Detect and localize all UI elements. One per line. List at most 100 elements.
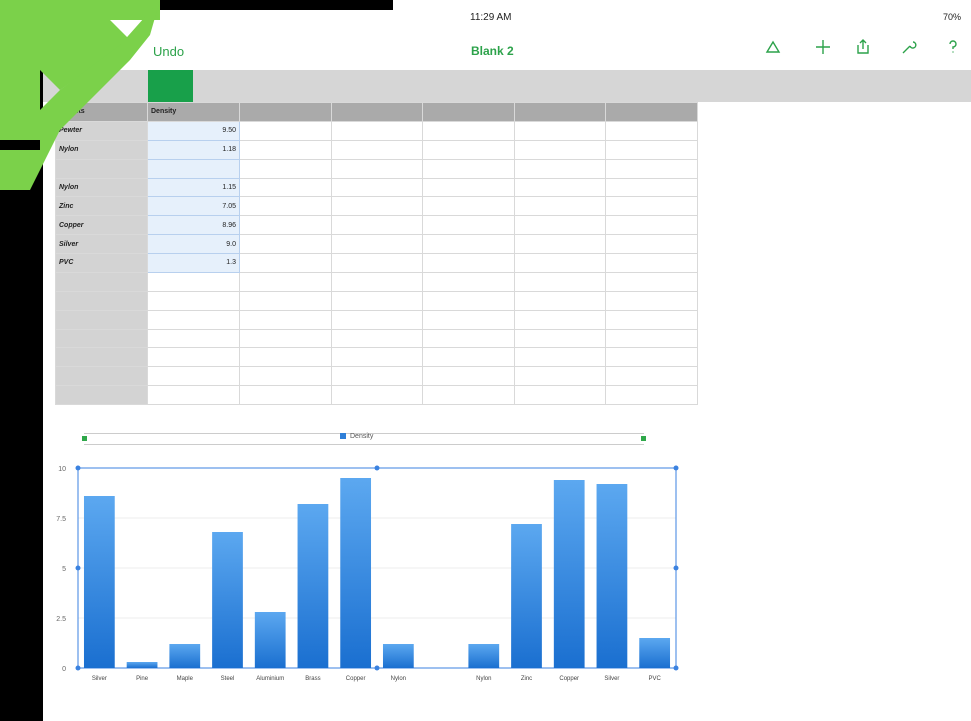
brush-icon[interactable]: [762, 38, 784, 60]
cell[interactable]: [513, 309, 607, 330]
cell[interactable]: [330, 215, 424, 236]
cell[interactable]: [422, 234, 515, 254]
row-label[interactable]: [55, 366, 148, 387]
cell[interactable]: [513, 328, 607, 349]
cell-value[interactable]: 1.3: [147, 253, 240, 273]
help-icon[interactable]: [942, 38, 964, 60]
bar[interactable]: [382, 644, 414, 668]
column-header[interactable]: [330, 102, 424, 122]
cell[interactable]: [239, 120, 332, 141]
bar[interactable]: [212, 532, 243, 668]
cell[interactable]: [605, 309, 698, 330]
cell[interactable]: [330, 347, 424, 368]
cell[interactable]: [605, 234, 698, 254]
cell[interactable]: [605, 139, 698, 160]
bar[interactable]: [340, 478, 372, 668]
cell[interactable]: [147, 347, 240, 368]
cell[interactable]: [330, 328, 424, 349]
cell[interactable]: [605, 158, 698, 179]
cell[interactable]: [330, 290, 424, 311]
cell[interactable]: [513, 253, 607, 273]
cell[interactable]: [330, 385, 424, 405]
cell[interactable]: [605, 347, 698, 368]
cell[interactable]: [147, 366, 240, 387]
cell[interactable]: [239, 158, 332, 179]
bar[interactable]: [468, 644, 500, 668]
cell[interactable]: [422, 253, 515, 273]
bar-chart[interactable]: 0 2.5 5 7.5 10 Silver Pine Maple Steel Aluminium B…: [52, 460, 692, 690]
row-label[interactable]: [55, 309, 148, 330]
document-title[interactable]: Blank 2: [471, 44, 514, 58]
cell[interactable]: [239, 347, 332, 368]
cell[interactable]: [422, 139, 515, 160]
cell[interactable]: [239, 366, 332, 387]
cell[interactable]: [422, 347, 515, 368]
cell[interactable]: [513, 177, 607, 198]
cell[interactable]: [239, 385, 332, 405]
cell[interactable]: [239, 177, 332, 198]
cell[interactable]: [239, 309, 332, 330]
cell[interactable]: [330, 158, 424, 179]
cell[interactable]: [422, 196, 515, 217]
cell[interactable]: [422, 158, 515, 179]
cell[interactable]: [605, 385, 698, 405]
cell[interactable]: [513, 347, 607, 368]
cell[interactable]: [422, 309, 515, 330]
bar[interactable]: [126, 662, 158, 668]
cell[interactable]: [513, 290, 607, 311]
cell[interactable]: [330, 253, 424, 273]
row-label[interactable]: Copper: [55, 215, 148, 236]
cell[interactable]: [513, 158, 607, 179]
cell[interactable]: [330, 139, 424, 160]
cell[interactable]: [422, 120, 515, 141]
cell-value[interactable]: 8.96: [147, 215, 240, 236]
cell[interactable]: [513, 385, 607, 405]
cell[interactable]: [513, 120, 607, 141]
cell[interactable]: [239, 234, 332, 254]
cell[interactable]: [330, 309, 424, 330]
column-header[interactable]: [239, 102, 332, 122]
cell[interactable]: [239, 290, 332, 311]
cell[interactable]: [605, 328, 698, 349]
bar[interactable]: [639, 638, 671, 668]
cell-value[interactable]: 9.0: [147, 234, 240, 254]
cell[interactable]: [513, 139, 607, 160]
legend-handle-left[interactable]: [82, 436, 87, 441]
row-label[interactable]: [55, 328, 148, 349]
cell[interactable]: [239, 196, 332, 217]
legend-handle-right[interactable]: [641, 436, 646, 441]
cell[interactable]: [422, 385, 515, 405]
column-header[interactable]: [513, 102, 607, 122]
cell[interactable]: [605, 366, 698, 387]
cell[interactable]: [147, 290, 240, 311]
cell[interactable]: [330, 196, 424, 217]
row-label[interactable]: [55, 347, 148, 368]
wrench-icon[interactable]: [897, 38, 919, 60]
cell[interactable]: [330, 271, 424, 292]
cell[interactable]: [330, 366, 424, 387]
bar[interactable]: [297, 504, 329, 668]
bar[interactable]: [254, 612, 286, 668]
cell[interactable]: [605, 290, 698, 311]
bar[interactable]: [169, 644, 201, 668]
cell[interactable]: [239, 139, 332, 160]
cell[interactable]: [330, 234, 424, 254]
cell[interactable]: [422, 215, 515, 236]
cell[interactable]: [147, 271, 240, 292]
cell[interactable]: [605, 271, 698, 292]
add-icon[interactable]: [812, 38, 834, 60]
column-header[interactable]: [605, 102, 698, 122]
cell[interactable]: [605, 215, 698, 236]
row-label[interactable]: Silver: [55, 234, 148, 254]
cell[interactable]: [605, 196, 698, 217]
cell[interactable]: [330, 120, 424, 141]
cell[interactable]: [147, 309, 240, 330]
cell[interactable]: [605, 177, 698, 198]
cell[interactable]: [239, 253, 332, 273]
row-label[interactable]: [55, 385, 148, 405]
row-label[interactable]: [55, 290, 148, 311]
cell[interactable]: [147, 328, 240, 349]
bar[interactable]: [596, 484, 628, 668]
bar[interactable]: [83, 496, 115, 668]
cell[interactable]: [422, 290, 515, 311]
